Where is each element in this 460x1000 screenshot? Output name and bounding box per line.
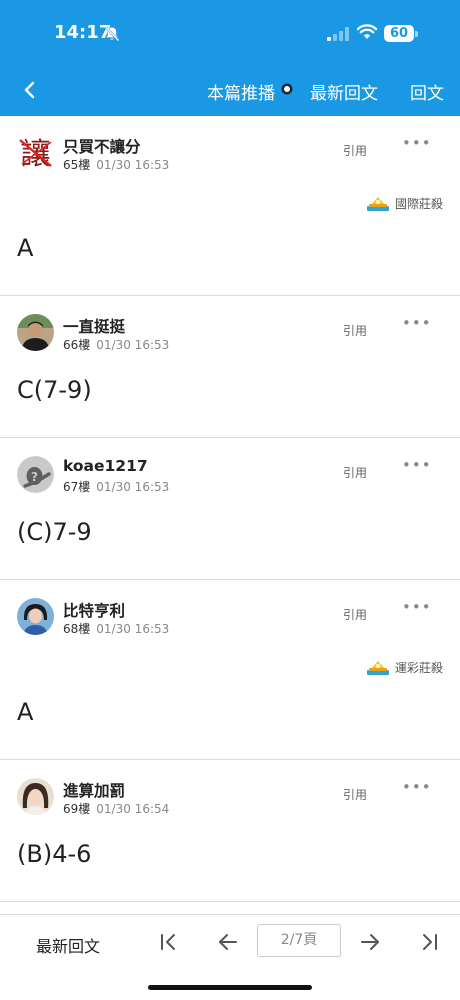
back-button[interactable] <box>12 74 48 106</box>
post-time: 01/30 16:53 <box>96 338 170 352</box>
post-content: A <box>17 698 34 726</box>
badge-label: 國際莊殺 <box>395 196 444 211</box>
quote-button[interactable]: 引用 <box>343 786 367 803</box>
post-content: C(7-9) <box>17 376 92 404</box>
last-page-icon[interactable] <box>418 931 442 953</box>
more-options-button[interactable]: ••• <box>402 778 432 796</box>
quote-button[interactable]: 引用 <box>343 464 367 481</box>
latest-replies-button[interactable]: 最新回文 <box>36 933 100 957</box>
floor-number: 66樓 <box>63 338 91 352</box>
floor-number: 67樓 <box>63 480 91 494</box>
trophy-badge-icon <box>367 197 389 211</box>
post-time: 01/30 16:54 <box>96 802 170 816</box>
username[interactable]: 一直挺挺 <box>63 315 125 337</box>
home-indicator[interactable] <box>148 985 312 990</box>
username[interactable]: 只買不讓分 <box>63 135 141 157</box>
more-options-button[interactable]: ••• <box>402 134 432 152</box>
post-content: (C)7-9 <box>17 518 92 546</box>
post-content: A <box>17 234 34 262</box>
post-item: 讓 只買不讓分 65樓 01/30 16:53 引用 ••• 國際莊殺 A <box>0 116 460 296</box>
status-time: 14:17 <box>54 22 112 43</box>
post-meta: 68樓 01/30 16:53 <box>63 620 169 637</box>
avatar[interactable] <box>17 778 54 815</box>
floor-number: 69樓 <box>63 802 91 816</box>
post-meta: 69樓 01/30 16:54 <box>63 800 169 817</box>
avatar[interactable] <box>17 598 54 635</box>
first-page-icon[interactable] <box>156 931 180 953</box>
avatar[interactable]: 讓 <box>17 134 54 171</box>
post-time: 01/30 16:53 <box>96 158 170 172</box>
username[interactable]: 比特亨利 <box>63 599 125 621</box>
page-indicator[interactable]: 2/7頁 <box>257 924 341 957</box>
floor-number: 65樓 <box>63 158 91 172</box>
post-item: 進算加罰 69樓 01/30 16:54 引用 ••• (B)4-6 <box>0 760 460 902</box>
wifi-icon <box>357 24 377 39</box>
avatar[interactable] <box>17 314 54 351</box>
post-time: 01/30 16:53 <box>96 480 170 494</box>
trophy-badge-icon <box>367 661 389 675</box>
username[interactable]: koae1217 <box>63 457 148 475</box>
post-item: 一直挺挺 66樓 01/30 16:53 引用 ••• C(7-9) <box>0 296 460 438</box>
battery-indicator: 60 <box>384 25 418 43</box>
more-options-button[interactable]: ••• <box>402 456 432 474</box>
previous-page-icon[interactable] <box>216 931 240 953</box>
push-notify-link[interactable]: 本篇推播 <box>207 79 275 104</box>
username[interactable]: 進算加罰 <box>63 779 125 801</box>
floor-number: 68樓 <box>63 622 91 636</box>
bell-off-icon <box>105 26 120 42</box>
latest-replies-link[interactable]: 最新回文 <box>310 79 378 104</box>
post-time: 01/30 16:53 <box>96 622 170 636</box>
app-header: 14:17 60 本篇推播 最新回文 回文 <box>0 0 460 116</box>
post-item: 比特亨利 68樓 01/30 16:53 引用 ••• 運彩莊殺 A <box>0 580 460 760</box>
post-item: ? koae1217 67樓 01/30 16:53 引用 ••• (C)7-9 <box>0 438 460 580</box>
svg-text:?: ? <box>31 470 38 484</box>
user-badge: 國際莊殺 <box>366 194 443 212</box>
user-badge: 運彩莊殺 <box>366 658 443 676</box>
avatar[interactable]: ? <box>17 456 54 493</box>
push-status-icon <box>281 83 293 95</box>
quote-button[interactable]: 引用 <box>343 606 367 623</box>
quote-button[interactable]: 引用 <box>343 322 367 339</box>
more-options-button[interactable]: ••• <box>402 598 432 616</box>
badge-label: 運彩莊殺 <box>395 660 444 675</box>
battery-level: 60 <box>384 25 414 42</box>
more-options-button[interactable]: ••• <box>402 314 432 332</box>
next-page-icon[interactable] <box>358 931 382 953</box>
post-meta: 66樓 01/30 16:53 <box>63 336 169 353</box>
post-meta: 67樓 01/30 16:53 <box>63 478 169 495</box>
cellular-signal-icon <box>327 27 349 41</box>
post-meta: 65樓 01/30 16:53 <box>63 156 169 173</box>
quote-button[interactable]: 引用 <box>343 142 367 159</box>
post-content: (B)4-6 <box>17 840 92 868</box>
reply-link[interactable]: 回文 <box>410 79 444 104</box>
